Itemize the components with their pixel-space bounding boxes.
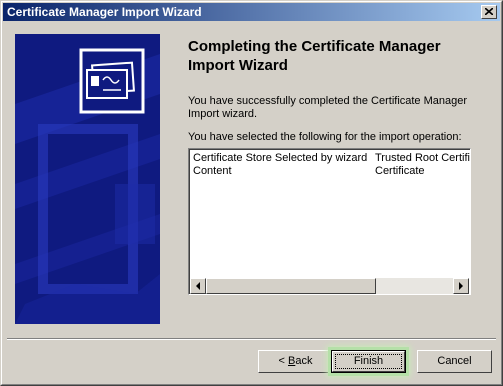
wizard-window: Certificate Manager Import Wizard Comple… bbox=[0, 0, 503, 386]
title-bar[interactable]: Certificate Manager Import Wizard bbox=[3, 3, 500, 21]
selection-label: You have selected the following for the … bbox=[188, 131, 462, 143]
finish-label: Finish bbox=[353, 355, 384, 367]
certificate-icon bbox=[79, 48, 145, 114]
scroll-right-arrow-icon bbox=[459, 282, 463, 290]
list-item[interactable]: Content Certificate bbox=[193, 165, 425, 178]
back-button[interactable]: < Back bbox=[258, 350, 333, 373]
completion-message: You have successfully completed the Cert… bbox=[188, 95, 468, 120]
button-separator bbox=[7, 338, 496, 340]
finish-button[interactable]: Finish bbox=[331, 350, 406, 373]
scroll-left-button[interactable] bbox=[190, 278, 206, 294]
scroll-right-button[interactable] bbox=[453, 278, 469, 294]
back-label-rest: ack bbox=[295, 355, 313, 367]
back-prefix: < bbox=[278, 355, 288, 367]
window-title: Certificate Manager Import Wizard bbox=[7, 5, 202, 19]
scroll-left-arrow-icon bbox=[196, 282, 200, 290]
close-x-icon bbox=[485, 8, 493, 15]
cancel-label: Cancel bbox=[437, 355, 472, 367]
horizontal-scrollbar[interactable] bbox=[190, 278, 469, 294]
summary-value: Trusted Root Certifica bbox=[375, 152, 471, 164]
close-button[interactable] bbox=[481, 5, 497, 19]
page-title: Completing the Certificate Manager Impor… bbox=[188, 38, 441, 74]
summary-list[interactable]: Certificate Store Selected by wizard Tru… bbox=[188, 148, 471, 295]
scroll-thumb[interactable] bbox=[206, 278, 376, 294]
wizard-banner bbox=[15, 34, 160, 324]
list-item[interactable]: Certificate Store Selected by wizard Tru… bbox=[193, 152, 470, 165]
summary-value: Certificate bbox=[375, 165, 425, 177]
summary-name: Content bbox=[193, 165, 232, 177]
banner-artwork bbox=[15, 34, 160, 324]
summary-name: Certificate Store Selected by wizard bbox=[193, 152, 368, 164]
cancel-button[interactable]: Cancel bbox=[417, 350, 492, 373]
